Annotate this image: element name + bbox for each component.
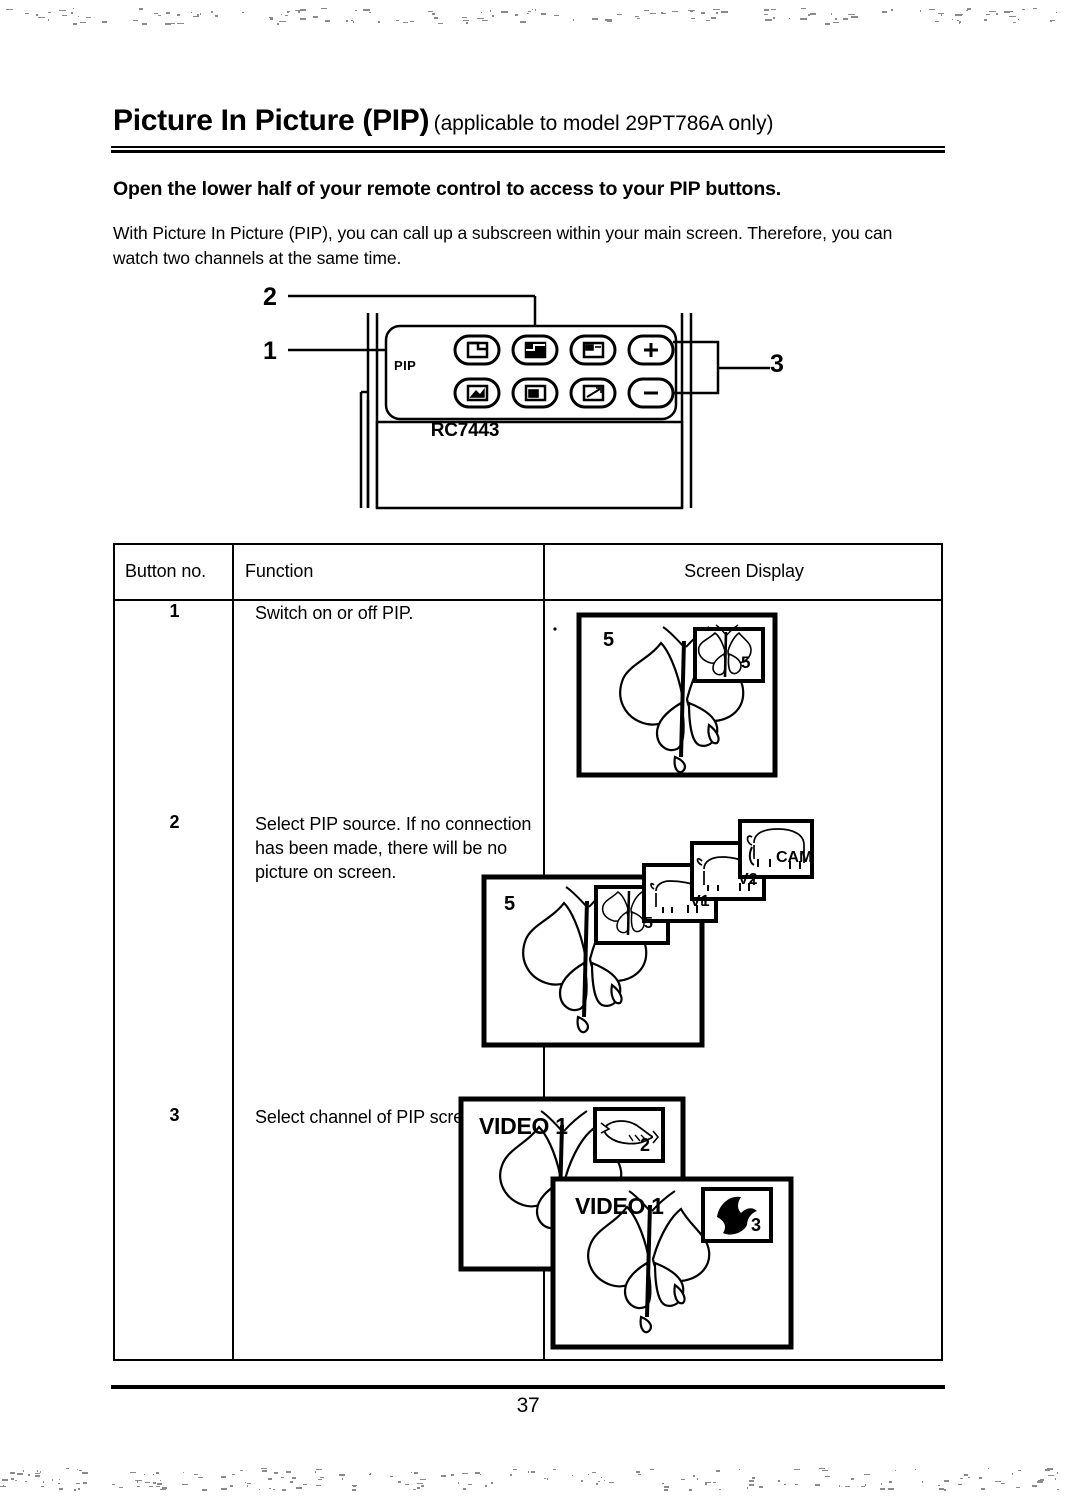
source-label-v1: V1 — [690, 893, 710, 910]
footer-rule — [111, 1385, 945, 1389]
remote-button-channel-up — [627, 334, 675, 366]
remote-pip-label: PIP — [394, 358, 417, 373]
remote-control-figure: 2 1 3 PIP RC7443 — [250, 280, 820, 515]
remote-model-label: RC7443 — [430, 420, 500, 441]
source-label-cam: CAM — [776, 849, 813, 866]
screen-display-illustration-2: 5 5 V1 V2 CAM — [458, 807, 848, 1057]
row-number-2: 2 — [169, 812, 180, 832]
row-function-1: Switch on or off PIP. — [255, 603, 414, 623]
row-number-1: 1 — [169, 601, 180, 621]
source-label-v2: V2 — [738, 871, 758, 888]
lead-paragraph: Open the lower half of your remote contr… — [113, 178, 782, 200]
page-title-main: Picture In Picture (PIP) — [113, 104, 430, 137]
remote-button-pip-swap — [569, 334, 617, 366]
table-column-divider-1 — [232, 545, 234, 1359]
table-row: 3 — [117, 1105, 232, 1126]
callout-number-3: 3 — [770, 350, 784, 378]
remote-button-pip-onoff — [453, 334, 501, 366]
remote-button-pip-scan — [569, 377, 617, 409]
pip-button-table: Button no. Function Screen Display 1 Swi… — [113, 543, 943, 1361]
callout-number-2: 2 — [263, 283, 277, 311]
table-header-button-no: Button no. — [125, 561, 207, 581]
remote-button-pip-size — [511, 377, 559, 409]
table-header-function: Function — [245, 561, 314, 581]
remote-button-channel-down — [627, 377, 675, 409]
title-rule — [111, 146, 945, 153]
row-number-3: 3 — [169, 1105, 180, 1125]
table-row: 1 — [117, 601, 232, 622]
body-paragraph: With Picture In Picture (PIP), you can c… — [113, 223, 893, 268]
page-title-sub: (applicable to model 29PT786A only) — [433, 112, 774, 135]
page-number: 37 — [516, 1394, 540, 1417]
channel-label-pip-back: 2 — [640, 1135, 651, 1155]
leader-bracket-3 — [673, 340, 720, 395]
callout-number-1: 1 — [263, 337, 277, 365]
document-page: Picture In Picture (PIP) (applicable to … — [0, 0, 1080, 1507]
source-label-5: 5 — [644, 915, 653, 932]
channel-label-pip-1: 5 — [741, 653, 751, 672]
video-label-front: VIDEO 1 — [575, 1193, 664, 1219]
channel-label-main-1: 5 — [603, 629, 615, 651]
page-title: Picture In Picture (PIP) (applicable to … — [113, 104, 953, 138]
video-label-back: VIDEO 1 — [479, 1113, 568, 1139]
screen-display-illustration-3: VIDEO 1 2 VIDEO 1 3 — [453, 1091, 843, 1351]
scan-noise-bottom — [0, 1468, 1080, 1494]
table-header-screen-display: Screen Display — [684, 561, 804, 581]
remote-button-pip-source — [511, 334, 559, 366]
channel-label-pip-front: 3 — [751, 1215, 762, 1235]
screen-display-illustration-1: 5 5 — [545, 607, 795, 807]
table-row: 2 — [117, 812, 232, 833]
scan-noise-top — [0, 8, 1080, 30]
channel-label-main-2: 5 — [504, 893, 516, 915]
remote-button-pip-position — [453, 377, 501, 409]
